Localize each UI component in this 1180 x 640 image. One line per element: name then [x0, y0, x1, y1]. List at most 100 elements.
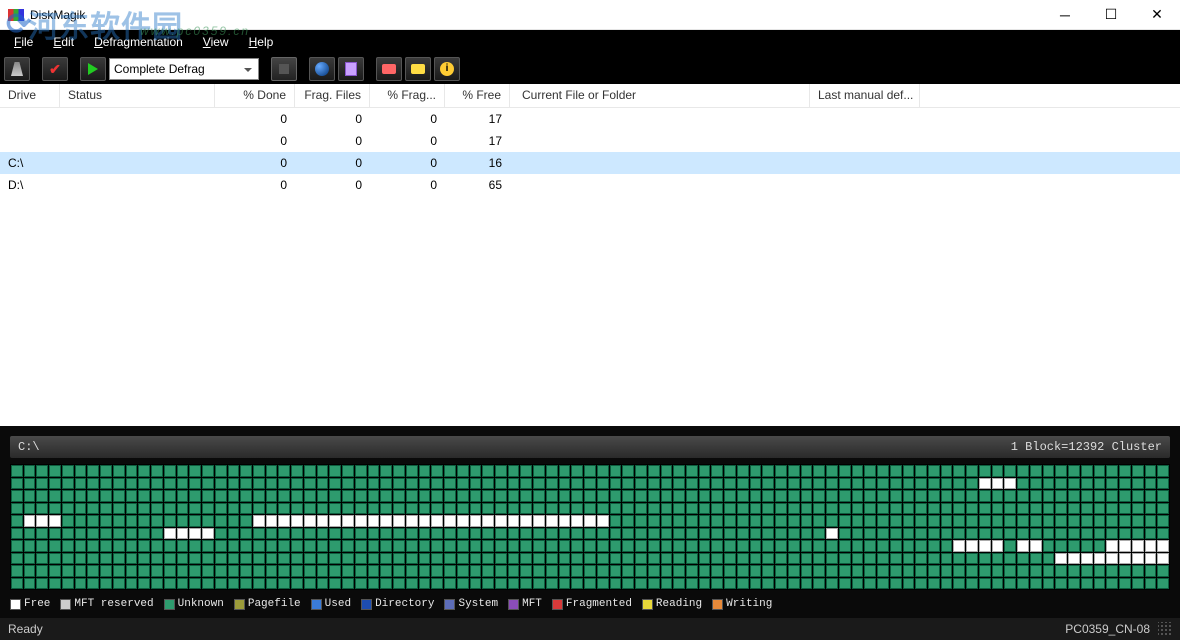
cluster-cell [546, 503, 558, 515]
col-drive[interactable]: Drive [0, 84, 60, 107]
cluster-cell [801, 540, 813, 552]
cluster-cell [992, 578, 1004, 590]
cluster-cell [278, 528, 290, 540]
cluster-cell [1157, 515, 1169, 527]
cluster-cell [113, 478, 125, 490]
cluster-cell [839, 465, 851, 477]
cluster-grid[interactable] [10, 464, 1170, 590]
play-button[interactable] [80, 57, 106, 81]
table-row[interactable]: C:\00016 [0, 152, 1180, 174]
cluster-cell [673, 503, 685, 515]
cluster-cell [419, 465, 431, 477]
cluster-cell [1004, 565, 1016, 577]
cluster-cell [87, 490, 99, 502]
brush-button[interactable] [4, 57, 30, 81]
col-fragfiles[interactable]: Frag. Files [295, 84, 370, 107]
cluster-cell [826, 528, 838, 540]
menu-file[interactable]: File [4, 30, 43, 54]
red-button[interactable] [376, 57, 402, 81]
cluster-cell [1094, 540, 1106, 552]
col-file[interactable]: Current File or Folder [510, 84, 810, 107]
cluster-cell [979, 465, 991, 477]
cluster-cell [1081, 565, 1093, 577]
cluster-cell [979, 503, 991, 515]
analyze-button[interactable]: ✔ [42, 57, 68, 81]
col-fragp[interactable]: % Frag... [370, 84, 445, 107]
cluster-cell [966, 553, 978, 565]
cluster-cell [304, 515, 316, 527]
cluster-cell [406, 578, 418, 590]
cluster-cell [1119, 490, 1131, 502]
col-last[interactable]: Last manual def... [810, 84, 920, 107]
info-button[interactable]: i [434, 57, 460, 81]
legend-item: MFT reserved [60, 598, 153, 610]
yellow-button[interactable] [405, 57, 431, 81]
check-icon: ✔ [49, 61, 61, 78]
col-status[interactable]: Status [60, 84, 215, 107]
minimize-button[interactable]: ─ [1042, 0, 1088, 30]
cluster-cell [368, 478, 380, 490]
cluster-cell [87, 528, 99, 540]
stop-button[interactable] [271, 57, 297, 81]
cluster-cell [801, 515, 813, 527]
cluster-cell [788, 565, 800, 577]
col-free[interactable]: % Free [445, 84, 510, 107]
cluster-cell [342, 490, 354, 502]
cluster-cell [202, 503, 214, 515]
defrag-mode-combo[interactable]: Complete Defrag [109, 58, 259, 80]
menu-help[interactable]: Help [239, 30, 284, 54]
cluster-cell [762, 553, 774, 565]
cluster-cell [177, 528, 189, 540]
cluster-cell [126, 565, 138, 577]
cluster-cell [559, 553, 571, 565]
cluster-cell [903, 478, 915, 490]
cluster-cell [151, 478, 163, 490]
table-row[interactable]: 00017 [0, 130, 1180, 152]
cluster-cell [11, 578, 23, 590]
cluster-cell [622, 565, 634, 577]
info-icon: i [440, 62, 454, 76]
globe-button[interactable] [309, 57, 335, 81]
cluster-cell [953, 478, 965, 490]
legend-item: Unknown [164, 598, 224, 610]
cluster-cell [228, 503, 240, 515]
cluster-cell [648, 503, 660, 515]
menu-edit[interactable]: Edit [43, 30, 84, 54]
cluster-cell [584, 565, 596, 577]
cluster-cell [482, 540, 494, 552]
page-button[interactable] [338, 57, 364, 81]
cluster-cell [1030, 465, 1042, 477]
cell-file [510, 117, 810, 121]
cluster-cell [342, 478, 354, 490]
cluster-cell [915, 465, 927, 477]
cluster-cell [622, 540, 634, 552]
resize-grip[interactable] [1158, 622, 1172, 636]
table-row[interactable]: 00017 [0, 108, 1180, 130]
table-row[interactable]: D:\00065 [0, 174, 1180, 196]
cluster-cell [788, 478, 800, 490]
cluster-cell [1017, 478, 1029, 490]
close-button[interactable]: ✕ [1134, 0, 1180, 30]
cluster-cell [317, 490, 329, 502]
cluster-cell [686, 478, 698, 490]
cluster-cell [151, 553, 163, 565]
cluster-cell [470, 578, 482, 590]
cluster-cell [406, 553, 418, 565]
menu-defragmentation[interactable]: Defragmentation [84, 30, 193, 54]
cluster-cell [1043, 478, 1055, 490]
cluster-cell [686, 565, 698, 577]
menu-view[interactable]: View [193, 30, 239, 54]
cluster-cell [762, 515, 774, 527]
cluster-cell [750, 540, 762, 552]
maximize-button[interactable]: ☐ [1088, 0, 1134, 30]
cluster-cell [138, 578, 150, 590]
cluster-cell [393, 565, 405, 577]
cluster-cell [699, 578, 711, 590]
cluster-cell [813, 465, 825, 477]
cluster-cell [406, 515, 418, 527]
cluster-cell [546, 540, 558, 552]
cluster-cell [1030, 578, 1042, 590]
cluster-cell [1094, 478, 1106, 490]
col-done[interactable]: % Done [215, 84, 295, 107]
cluster-cell [1094, 578, 1106, 590]
